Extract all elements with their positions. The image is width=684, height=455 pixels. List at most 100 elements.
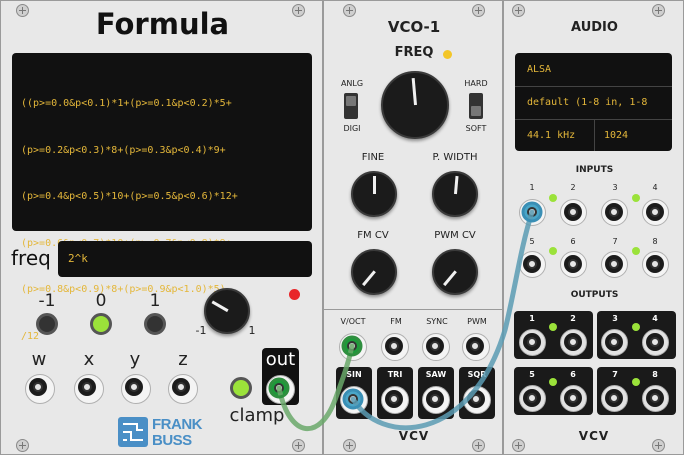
screw-icon bbox=[343, 4, 356, 17]
range-led-neg1[interactable] bbox=[36, 313, 58, 335]
fine-label: FINE bbox=[361, 152, 385, 163]
formula-editor[interactable]: ((p>=0.0&p<0.1)*1+(p>=0.1&p<0.2)*5+ (p>=… bbox=[12, 53, 312, 342]
input-jack-6[interactable] bbox=[560, 251, 587, 278]
input-jack-x[interactable] bbox=[74, 374, 104, 404]
freq-label: FREQ bbox=[394, 45, 434, 60]
input-jack-5[interactable] bbox=[519, 251, 546, 278]
pwmcv-knob[interactable] bbox=[432, 249, 478, 295]
section-divider bbox=[324, 309, 502, 310]
brand-frank: FRANK bbox=[152, 416, 203, 433]
vco-module: VCO-1 FREQ ANLG DIGI HARD SOFT FINE P. W… bbox=[323, 0, 503, 455]
screw-icon bbox=[16, 439, 29, 452]
output-jack-1[interactable] bbox=[519, 329, 546, 356]
error-led bbox=[289, 289, 300, 300]
output-jack-6[interactable] bbox=[560, 385, 587, 412]
sin-jack[interactable] bbox=[340, 386, 368, 414]
pwmcv-label: PWM CV bbox=[434, 230, 476, 241]
saw-jack[interactable] bbox=[422, 386, 450, 414]
input-jack-7[interactable] bbox=[601, 251, 628, 278]
in-num-2: 2 bbox=[570, 183, 576, 192]
sync-jack[interactable] bbox=[422, 333, 450, 361]
input-jack-z[interactable] bbox=[168, 374, 198, 404]
formula-line: (p>=0.2&p<0.3)*8+(p>=0.3&p<0.4)*9+ bbox=[21, 144, 226, 156]
sin-label: SIN bbox=[346, 370, 362, 379]
pwm-label: PWM bbox=[467, 317, 487, 326]
in-led-56 bbox=[549, 247, 557, 255]
frankbuss-logo: FRANK BUSS bbox=[117, 416, 213, 450]
sample-rate-select[interactable]: 44.1 kHz bbox=[527, 130, 575, 141]
formula-module: Formula ((p>=0.0&p<0.1)*1+(p>=0.1&p<0.2)… bbox=[0, 0, 323, 455]
sync-label: SYNC bbox=[426, 317, 448, 326]
voct-jack[interactable] bbox=[339, 333, 367, 361]
module-title: Formula bbox=[95, 7, 230, 41]
input-jack-8[interactable] bbox=[642, 251, 669, 278]
range-led-1[interactable] bbox=[144, 313, 166, 335]
input-jack-w[interactable] bbox=[25, 374, 55, 404]
output-jack-8[interactable] bbox=[642, 385, 669, 412]
range-knob[interactable] bbox=[204, 288, 250, 334]
freq-led bbox=[443, 50, 452, 59]
clamp-label: clamp bbox=[229, 405, 285, 426]
range-label-1: 1 bbox=[149, 291, 161, 311]
out-led-34 bbox=[632, 323, 640, 331]
block-size-select[interactable]: 1024 bbox=[604, 130, 628, 141]
fine-knob[interactable] bbox=[351, 171, 397, 217]
voct-label: V/OCT bbox=[340, 317, 366, 326]
tri-jack[interactable] bbox=[381, 386, 409, 414]
fm-jack[interactable] bbox=[381, 333, 409, 361]
output-jack[interactable] bbox=[266, 375, 295, 404]
in-num-3: 3 bbox=[612, 183, 618, 192]
tri-label: TRI bbox=[387, 370, 403, 379]
outputs-label: OUTPUTS bbox=[570, 290, 619, 300]
output-jack-5[interactable] bbox=[519, 385, 546, 412]
input-label-z: z bbox=[178, 349, 188, 370]
hard-soft-switch[interactable] bbox=[469, 93, 483, 119]
anlg-label: ANLG bbox=[340, 79, 364, 88]
range-label-neg1: -1 bbox=[38, 291, 56, 311]
input-jack-y[interactable] bbox=[121, 374, 151, 404]
fmcv-label: FM CV bbox=[357, 230, 389, 241]
saw-label: SAW bbox=[425, 370, 447, 379]
pwm-jack[interactable] bbox=[462, 333, 490, 361]
range-led-0[interactable] bbox=[90, 313, 112, 335]
input-jack-2[interactable] bbox=[560, 199, 587, 226]
input-jack-3[interactable] bbox=[601, 199, 628, 226]
digi-label: DIGI bbox=[343, 124, 361, 133]
out-num-8: 8 bbox=[652, 370, 658, 379]
freq-value: 2^k bbox=[68, 252, 88, 265]
anlg-digi-switch[interactable] bbox=[344, 93, 358, 119]
fmcv-knob[interactable] bbox=[351, 249, 397, 295]
out-num-4: 4 bbox=[652, 314, 658, 323]
sqr-jack[interactable] bbox=[463, 386, 491, 414]
out-led-12 bbox=[549, 323, 557, 331]
in-num-1: 1 bbox=[529, 183, 535, 192]
input-jack-4[interactable] bbox=[642, 199, 669, 226]
out-led-56 bbox=[549, 378, 557, 386]
in-num-4: 4 bbox=[652, 183, 658, 192]
freq-input[interactable]: 2^k bbox=[58, 241, 312, 277]
freq-knob[interactable] bbox=[381, 71, 449, 139]
pwidth-label: P. WIDTH bbox=[432, 152, 478, 163]
output-jack-4[interactable] bbox=[642, 329, 669, 356]
output-jack-3[interactable] bbox=[601, 329, 628, 356]
driver-select[interactable]: ALSA bbox=[527, 64, 551, 75]
output-jack-2[interactable] bbox=[560, 329, 587, 356]
output-jack-7[interactable] bbox=[601, 385, 628, 412]
screw-icon bbox=[652, 439, 665, 452]
clamp-toggle[interactable] bbox=[230, 377, 252, 399]
screw-icon bbox=[343, 439, 356, 452]
soft-label: SOFT bbox=[465, 124, 487, 133]
freq-label: freq bbox=[11, 246, 51, 270]
input-label-y: y bbox=[129, 349, 141, 370]
out-num-7: 7 bbox=[612, 370, 618, 379]
screw-icon bbox=[652, 4, 665, 17]
device-select[interactable]: default (1-8 in, 1-8 bbox=[527, 97, 647, 108]
out-num-5: 5 bbox=[529, 370, 535, 379]
audio-module: AUDIO ALSA default (1-8 in, 1-8 44.1 kHz… bbox=[503, 0, 684, 455]
pwidth-knob[interactable] bbox=[432, 171, 478, 217]
in-num-7: 7 bbox=[612, 237, 618, 246]
knob-max-label: 1 bbox=[248, 324, 256, 337]
input-jack-1[interactable] bbox=[519, 199, 546, 226]
input-label-x: x bbox=[83, 349, 95, 370]
screw-icon bbox=[472, 439, 485, 452]
